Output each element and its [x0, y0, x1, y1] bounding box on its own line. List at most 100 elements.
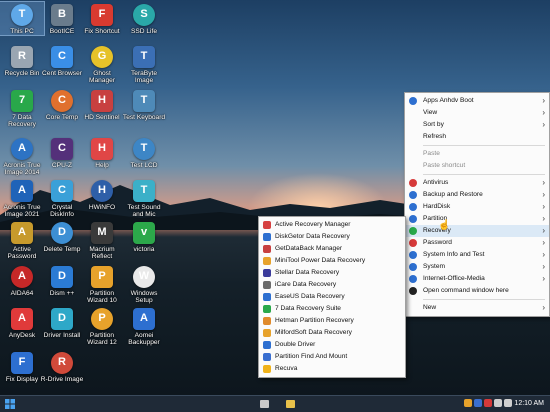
- tray-volume-icon[interactable]: [504, 399, 512, 407]
- computer-icon: T: [11, 4, 33, 26]
- desktop-icon[interactable]: H HD Sentinel: [80, 88, 124, 121]
- desktop-icon[interactable]: T Test Keyboard: [122, 88, 166, 121]
- desktop-icon[interactable]: A AIDA64: [0, 264, 44, 297]
- browser-icon: C: [51, 46, 73, 68]
- menu-item[interactable]: Apps Anhdv Boot ›: [405, 95, 549, 107]
- desktop-icon[interactable]: H HWiNFO: [80, 178, 124, 211]
- menu-item-label: HardDisk: [423, 203, 451, 210]
- menu-item[interactable]: Stellar Data Recovery: [259, 267, 405, 279]
- menu-item-label: Open command window here: [423, 287, 509, 294]
- password-icon: [409, 239, 417, 247]
- desktop-icon[interactable]: B BootICE: [40, 2, 84, 35]
- desktop-icon[interactable]: T Test Sound and Mic: [122, 178, 166, 219]
- tray-network-icon[interactable]: [494, 399, 502, 407]
- tray-media-icon[interactable]: [474, 399, 482, 407]
- partition-find-icon: [263, 353, 271, 361]
- menu-item[interactable]: EaseUS Data Recovery: [259, 291, 405, 303]
- desktop-icon[interactable]: S SSD Life: [122, 2, 166, 35]
- desktop-icon[interactable]: T Test LCD: [122, 136, 166, 169]
- menu-item[interactable]: Active Recovery Manager: [259, 219, 405, 231]
- taskbar: 12:10 AM: [0, 395, 550, 412]
- desktop-icon[interactable]: C CPU-Z: [40, 136, 84, 169]
- menu-item[interactable]: MilfordSoft Data Recovery: [259, 327, 405, 339]
- desktop-icon[interactable]: A Acronis True Image 2014: [0, 136, 44, 177]
- desktop-icon[interactable]: F Fix Display: [0, 350, 44, 383]
- menu-item-label: Backup and Restore: [423, 191, 483, 198]
- menu-item[interactable]: GetDataBack Manager: [259, 243, 405, 255]
- desktop-icon[interactable]: T This PC: [0, 0, 45, 37]
- menu-item[interactable]: Password ›: [405, 237, 549, 249]
- menu-item[interactable]: Open command window here: [405, 285, 549, 297]
- desktop-icon[interactable]: D Dism ++: [40, 264, 84, 297]
- desktop-icon[interactable]: C Cent Browser: [40, 44, 84, 77]
- desktop-icon[interactable]: R R-Drive Image: [40, 350, 84, 383]
- desktop-icon-label: Fix Shortcut: [84, 28, 120, 35]
- tray-record-icon[interactable]: [484, 399, 492, 407]
- active-recovery-icon: [263, 221, 271, 229]
- recovery-icon: [409, 227, 417, 235]
- menu-item[interactable]: 7 Data Recovery Suite: [259, 303, 405, 315]
- menu-item[interactable]: iCare Data Recovery: [259, 279, 405, 291]
- menu-item[interactable]: Hetman Partition Recovery: [259, 315, 405, 327]
- folder-icon[interactable]: [284, 398, 296, 410]
- menu-item[interactable]: Antivirus ›: [405, 177, 549, 189]
- menu-item[interactable]: Backup and Restore ›: [405, 189, 549, 201]
- menu-item[interactable]: MiniTool Power Data Recovery: [259, 255, 405, 267]
- menu-item[interactable]: HardDisk ›: [405, 201, 549, 213]
- desktop-icon-label: Test Keyboard: [122, 114, 166, 121]
- desktop-icon[interactable]: A AnyDesk: [0, 306, 44, 339]
- menu-item[interactable]: Refresh: [405, 131, 549, 143]
- desktop-icon[interactable]: M Macrium Reflect: [80, 220, 124, 261]
- menu-item[interactable]: DiskGetor Data Recovery: [259, 231, 405, 243]
- menu-item-label: iCare Data Recovery: [275, 281, 337, 288]
- double-driver-icon: [263, 341, 271, 349]
- menu-item[interactable]: Double Driver: [259, 339, 405, 351]
- taskbar-clock[interactable]: 12:10 AM: [514, 398, 544, 410]
- desktop-icon[interactable]: W Windows Setup: [122, 264, 166, 305]
- menu-item-label: Sort by: [423, 121, 444, 128]
- menu-item[interactable]: Recuva: [259, 363, 405, 375]
- menu-item[interactable]: View ›: [405, 107, 549, 119]
- speaker-icon: T: [133, 180, 155, 202]
- tray-app-icon[interactable]: [464, 399, 472, 407]
- desktop-icon[interactable]: G Ghost Manager: [80, 44, 124, 85]
- chevron-right-icon: ›: [542, 226, 545, 235]
- desktop-icon[interactable]: C Crystal DiskInfo: [40, 178, 84, 219]
- menu-item[interactable]: System ›: [405, 261, 549, 273]
- desktop-icon[interactable]: A Active Password: [0, 220, 44, 261]
- desktop-icon[interactable]: A Acronis True Image 2021: [0, 178, 44, 219]
- desktop-icon-label: Crystal DiskInfo: [50, 204, 74, 219]
- desktop-icon[interactable]: F Fix Shortcut: [80, 2, 124, 35]
- desktop-icon[interactable]: A Aomei Backupper: [122, 306, 166, 347]
- desktop-icon-label: Windows Setup: [130, 290, 158, 305]
- menu-item[interactable]: Recovery ›: [405, 225, 549, 237]
- desktop-icon-label: Ghost Manager: [88, 70, 116, 85]
- menu-item-label: Double Driver: [275, 341, 316, 348]
- desktop-icon[interactable]: C Core Temp: [40, 88, 84, 121]
- menu-item[interactable]: Sort by ›: [405, 119, 549, 131]
- menu-item[interactable]: Partition ›: [405, 213, 549, 225]
- menu-item[interactable]: New ›: [405, 302, 549, 314]
- desktop-icon[interactable]: P Partition Wizard 10: [80, 264, 124, 305]
- menu-item-label: New: [423, 304, 437, 311]
- menu-item[interactable]: Partition Find And Mount: [259, 351, 405, 363]
- menu-item[interactable]: System Info and Test ›: [405, 249, 549, 261]
- desktop-icon[interactable]: P Partition Wizard 12: [80, 306, 124, 347]
- desktop-icon[interactable]: H Help: [80, 136, 124, 169]
- desktop-icon-label: Cent Browser: [42, 70, 82, 77]
- desktop-icon[interactable]: D Driver Install: [40, 306, 84, 339]
- desktop-icon[interactable]: 7 7 Data Recovery: [0, 88, 44, 129]
- desktop-icon[interactable]: T TeraByte Image: [122, 44, 166, 85]
- desktop-icon-label: AIDA64: [10, 290, 34, 297]
- menu-item-label: GetDataBack Manager: [275, 245, 343, 252]
- desktop-icon-label: Acronis True Image 2021: [3, 204, 41, 219]
- desktop-icon[interactable]: R Recycle Bin: [0, 44, 44, 77]
- control-panel-icon[interactable]: [258, 398, 270, 410]
- easeus-icon: [263, 293, 271, 301]
- desktop[interactable]: T This PC B BootICE F Fix Shortcut S SSD Life R R…: [0, 0, 550, 395]
- menu-item[interactable]: Internet-Office-Media ›: [405, 273, 549, 285]
- desktop-icon[interactable]: v victoria: [122, 220, 166, 253]
- menu-item-label: Stellar Data Recovery: [275, 269, 340, 276]
- windows-start-icon[interactable]: [4, 398, 16, 410]
- desktop-icon[interactable]: D Delete Temp: [40, 220, 84, 253]
